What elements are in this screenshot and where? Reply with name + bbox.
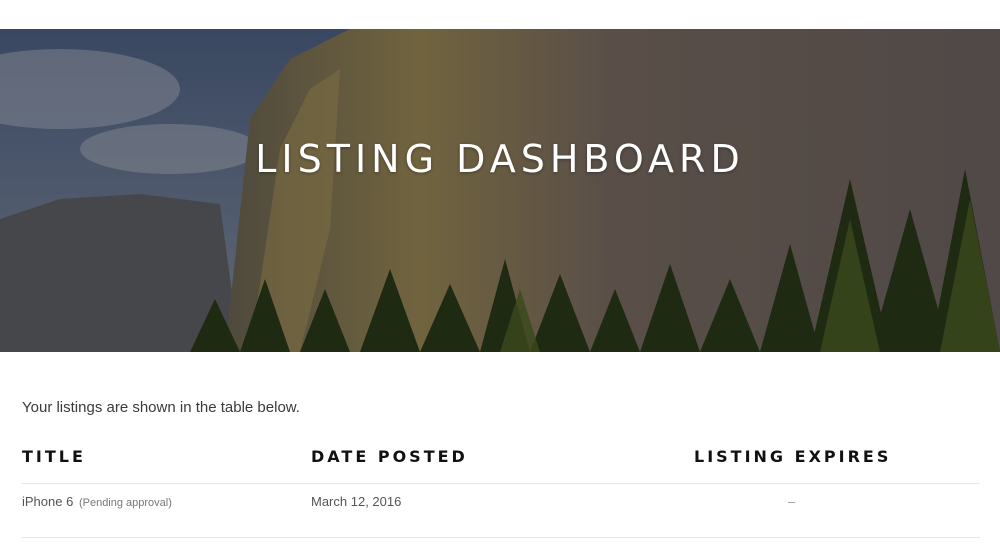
listing-status: (Pending approval) <box>78 497 172 509</box>
listing-title[interactable]: iPhone 6 <box>22 494 73 509</box>
hero-landscape-image <box>0 29 1000 352</box>
intro-text: Your listings are shown in the table bel… <box>22 399 300 416</box>
listing-expires: – <box>788 494 796 509</box>
table-divider <box>22 483 980 484</box>
column-header-listing-expires: LISTING EXPIRES <box>694 447 892 466</box>
table-divider <box>22 537 980 538</box>
top-strip <box>0 0 1000 29</box>
column-header-title: TITLE <box>22 447 86 466</box>
column-header-date-posted: DATE POSTED <box>311 447 468 466</box>
page-title: LISTING DASHBOARD <box>255 137 745 181</box>
hero-banner: LISTING DASHBOARD <box>0 29 1000 352</box>
listing-date-posted: March 12, 2016 <box>311 494 402 509</box>
listing-title-cell: iPhone 6 (Pending approval) <box>22 494 172 509</box>
